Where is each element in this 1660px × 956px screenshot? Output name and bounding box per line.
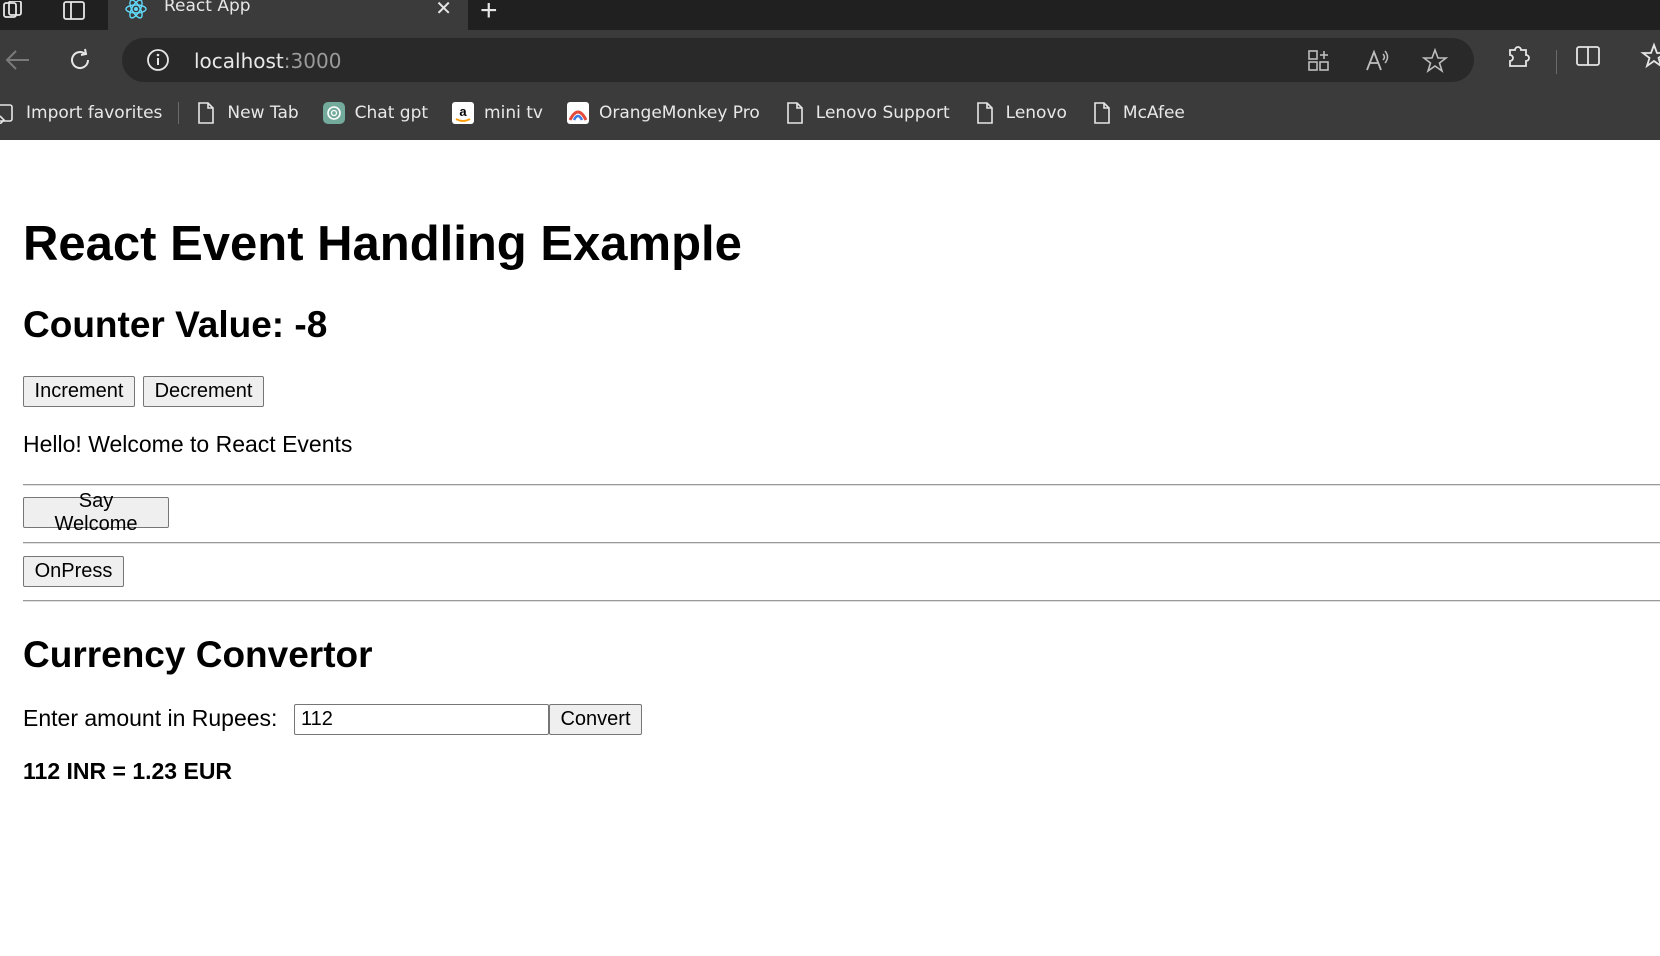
extensions-icon[interactable] [1504,42,1536,74]
bookmark-label: McAfee [1122,103,1185,123]
bookmark-lenovo-support[interactable]: Lenovo Support [784,98,950,128]
bookmark-label: OrangeMonkey Pro [598,103,760,123]
decrement-button[interactable]: Decrement [143,376,264,407]
currency-heading: Currency Convertor [23,634,373,675]
conversion-result: 112 INR = 1.23 EUR [23,758,233,784]
page-icon [195,102,217,124]
app-available-icon[interactable] [1306,48,1332,74]
amount-label: Enter amount in Rupees: [23,705,278,731]
page-icon [974,102,996,124]
svg-text:a: a [459,104,467,119]
back-icon[interactable] [0,42,36,78]
address-bar[interactable]: localhost:3000 [122,38,1474,82]
bookmark-label: Lenovo Support [815,103,950,123]
workspaces-icon[interactable] [0,0,26,22]
amount-input[interactable] [294,704,549,735]
bookmark-label: Lenovo [1005,103,1067,123]
page-title: React Event Handling Example [23,217,742,271]
bookmarks-bar: Import favorites New Tab Chat gpt a mini… [0,95,1660,131]
page-icon [1091,102,1113,124]
page-icon [784,102,806,124]
bookmarks-divider [178,102,180,124]
bookmark-new-tab[interactable]: New Tab [195,98,299,128]
import-favorites-icon [0,102,16,124]
toolbar: localhost:3000 [0,30,1660,92]
favorite-star-icon[interactable] [1421,47,1449,74]
url-text: localhost:3000 [194,49,341,73]
tab-react-app[interactable]: React App ✕ [108,0,468,30]
toolbar-divider [1556,50,1557,74]
bookmark-label: Import favorites [26,103,163,123]
close-tab-icon[interactable]: ✕ [435,0,452,21]
orangemonkey-icon [566,102,589,124]
counter-value: Counter Value: -8 [23,304,328,345]
url-port: :3000 [283,49,342,73]
tab-strip: React App ✕ + [0,0,1660,30]
bookmark-label: Chat gpt [354,103,429,123]
url-host: localhost [194,49,284,73]
welcome-message: Hello! Welcome to React Events [23,431,353,457]
bookmark-label: mini tv [484,103,543,123]
onpress-button[interactable]: OnPress [23,556,124,587]
say-welcome-button[interactable]: Say Welcome [23,490,169,535]
refresh-icon[interactable] [62,42,98,78]
read-aloud-icon[interactable] [1364,48,1390,74]
vertical-tabs-icon[interactable] [60,0,88,22]
amazon-icon: a [452,102,475,124]
favorites-icon[interactable] [1640,42,1660,74]
info-icon[interactable] [146,48,170,72]
bookmark-orangemonkey-pro[interactable]: OrangeMonkey Pro [566,98,760,128]
convert-button[interactable]: Convert [549,704,642,735]
split-screen-icon[interactable] [1574,42,1606,74]
bookmark-import-favorites[interactable]: Import favorites [0,98,162,128]
bookmark-label: New Tab [227,103,299,123]
bookmark-lenovo[interactable]: Lenovo [974,98,1067,128]
divider [23,542,1660,544]
bookmark-chat-gpt[interactable]: Chat gpt [322,98,429,128]
bookmark-mini-tv[interactable]: a mini tv [452,98,543,128]
tab-title: React App [164,0,251,16]
increment-button[interactable]: Increment [23,376,135,407]
new-tab-icon[interactable]: + [480,0,498,28]
chatgpt-icon [322,102,345,124]
divider [23,600,1660,602]
divider [23,484,1660,486]
bookmark-mcafee[interactable]: McAfee [1091,98,1185,128]
browser-chrome: React App ✕ + localhost:3000 Import favo… [0,0,1660,140]
page-content: React Event Handling Example Counter Val… [0,140,1660,956]
react-icon [124,0,148,20]
